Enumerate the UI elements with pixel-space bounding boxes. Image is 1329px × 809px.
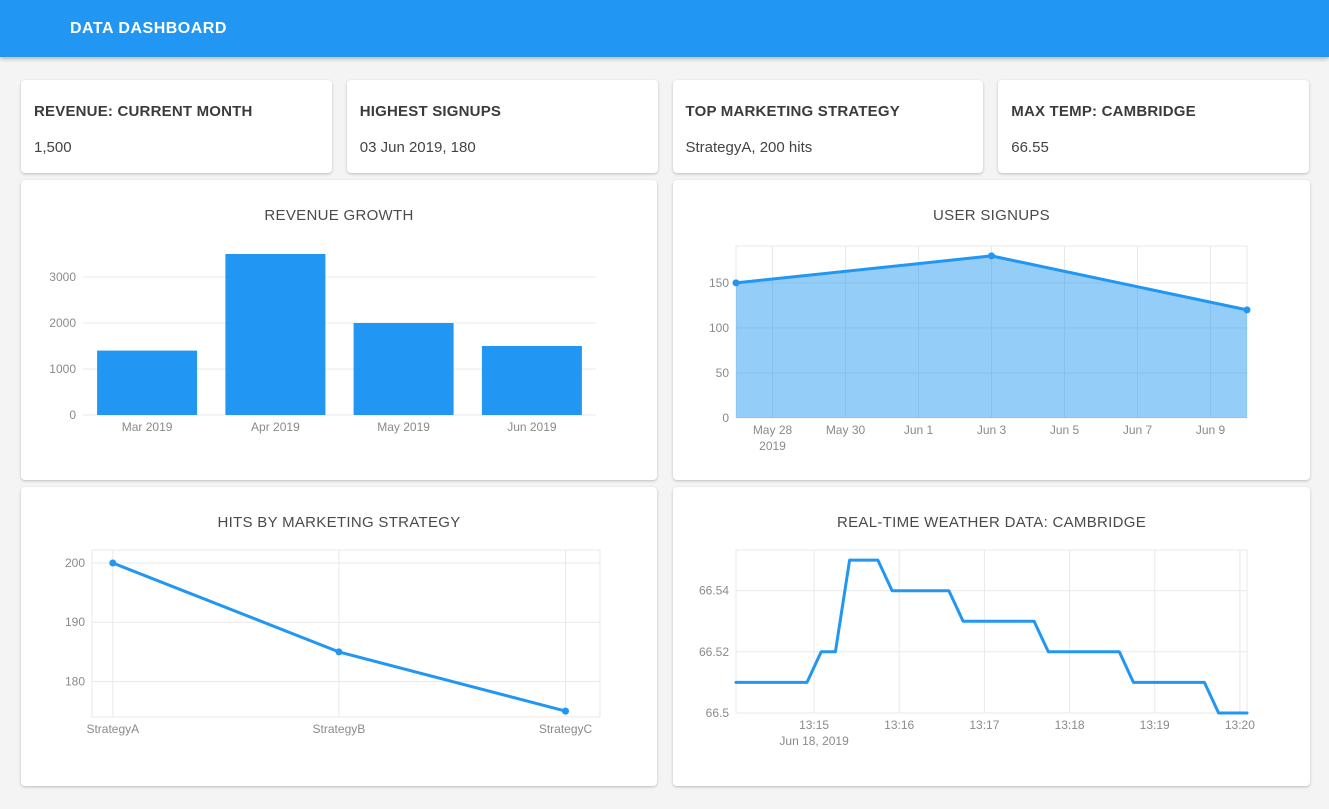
- app-header: DATA DASHBOARD: [0, 0, 1329, 57]
- user-signups-chart[interactable]: 0 50 100 150 May 28 2019 May 30 Jun 1 Jun 3 Jun 5…: [673, 180, 1310, 480]
- svg-text:May 2019: May 2019: [377, 420, 430, 434]
- app-title: DATA DASHBOARD: [0, 0, 1329, 57]
- svg-text:200: 200: [65, 556, 85, 570]
- svg-text:13:18: 13:18: [1055, 718, 1085, 732]
- svg-text:StrategyC: StrategyC: [539, 722, 593, 736]
- svg-text:Apr 2019: Apr 2019: [251, 420, 300, 434]
- svg-text:Jun 7: Jun 7: [1123, 423, 1153, 437]
- svg-text:0: 0: [69, 408, 76, 422]
- svg-text:190: 190: [65, 615, 85, 629]
- chart-card-revenue-growth: REVENUE GROWTH 0100020003000Mar 2019Apr …: [21, 180, 657, 480]
- svg-text:StrategyA: StrategyA: [86, 722, 139, 736]
- kpi-card-top-strategy: TOP MARKETING STRATEGY StrategyA, 200 hi…: [673, 80, 984, 173]
- kpi-value: StrategyA, 200 hits: [686, 139, 971, 156]
- svg-text:Mar 2019: Mar 2019: [122, 420, 173, 434]
- svg-text:180: 180: [65, 675, 85, 689]
- svg-text:100: 100: [709, 321, 729, 335]
- kpi-value: 1,500: [34, 139, 319, 156]
- kpi-value: 66.55: [1011, 139, 1296, 156]
- svg-text:13:16: 13:16: [884, 718, 914, 732]
- kpi-title: MAX TEMP: CAMBRIDGE: [1011, 103, 1296, 120]
- dashboard: REVENUE: CURRENT MONTH 1,500 HIGHEST SIG…: [0, 57, 1329, 786]
- kpi-title: REVENUE: CURRENT MONTH: [34, 103, 319, 120]
- kpi-title: HIGHEST SIGNUPS: [360, 103, 645, 120]
- weather-chart[interactable]: 66.5 66.52 66.54 13:15 Jun 18, 2019 13:16 13:1…: [673, 487, 1310, 786]
- kpi-card-highest-signups: HIGHEST SIGNUPS 03 Jun 2019, 180: [347, 80, 658, 173]
- svg-text:0: 0: [722, 411, 729, 425]
- svg-text:Jun 18, 2019: Jun 18, 2019: [779, 734, 849, 748]
- svg-text:13:15: 13:15: [799, 718, 829, 732]
- svg-text:50: 50: [716, 366, 730, 380]
- svg-text:Jun 3: Jun 3: [977, 423, 1007, 437]
- svg-text:Jun 1: Jun 1: [904, 423, 934, 437]
- svg-text:66.52: 66.52: [699, 645, 729, 659]
- svg-text:StrategyB: StrategyB: [313, 722, 366, 736]
- kpi-row: REVENUE: CURRENT MONTH 1,500 HIGHEST SIG…: [0, 57, 1329, 173]
- revenue-growth-chart[interactable]: 0 1000 2000 3000 Mar 2019 Apr 2019 May 2019 Jun…: [21, 180, 657, 480]
- svg-text:2000: 2000: [49, 316, 76, 330]
- svg-text:Jun 2019: Jun 2019: [507, 420, 557, 434]
- svg-text:3000: 3000: [49, 270, 76, 284]
- svg-text:1000: 1000: [49, 362, 76, 376]
- svg-text:May 30: May 30: [826, 423, 866, 437]
- chart-card-user-signups: USER SIGNUPS 050100150May 282019May 30Ju…: [673, 180, 1310, 480]
- chart-card-weather: REAL-TIME WEATHER DATA: CAMBRIDGE 66.566…: [673, 487, 1310, 786]
- svg-text:2019: 2019: [759, 439, 786, 453]
- svg-text:13:19: 13:19: [1140, 718, 1170, 732]
- svg-text:66.54: 66.54: [699, 584, 729, 598]
- svg-text:13:17: 13:17: [969, 718, 999, 732]
- svg-text:13:20: 13:20: [1225, 718, 1255, 732]
- kpi-title: TOP MARKETING STRATEGY: [686, 103, 971, 120]
- svg-text:Jun 9: Jun 9: [1196, 423, 1226, 437]
- strategy-hits-chart[interactable]: 180 190 200 StrategyA StrategyB StrategyC: [21, 487, 657, 786]
- svg-text:Jun 5: Jun 5: [1050, 423, 1080, 437]
- chart-grid: REVENUE GROWTH 0100020003000Mar 2019Apr …: [0, 173, 1329, 786]
- svg-text:May 28: May 28: [753, 423, 793, 437]
- svg-text:150: 150: [709, 276, 729, 290]
- kpi-card-revenue: REVENUE: CURRENT MONTH 1,500: [21, 80, 332, 173]
- chart-card-strategy-hits: HITS BY MARKETING STRATEGY 180190200Stra…: [21, 487, 657, 786]
- kpi-card-max-temp: MAX TEMP: CAMBRIDGE 66.55: [998, 80, 1309, 173]
- kpi-value: 03 Jun 2019, 180: [360, 139, 645, 156]
- svg-text:66.5: 66.5: [706, 706, 730, 720]
